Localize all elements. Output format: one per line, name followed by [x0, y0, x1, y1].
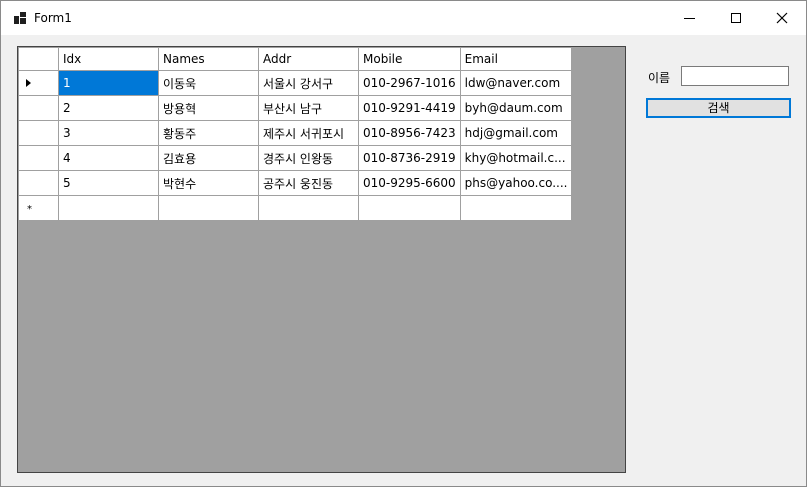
table-cell[interactable]: 2 [58, 95, 159, 121]
table-cell[interactable] [58, 195, 159, 221]
table-cell[interactable]: 서울시 강서구 [258, 70, 359, 96]
table-row[interactable]: 2 방용혁 부산시 남구 010-9291-4419 byh@daum.com [18, 95, 573, 121]
table-cell[interactable]: 010-2967-1016 [358, 70, 461, 96]
column-header-addr[interactable]: Addr [258, 47, 359, 71]
close-button[interactable] [759, 1, 805, 35]
table-cell[interactable]: 1 [58, 70, 159, 96]
form-window: Form1 Idx Names Addr Mobile Email 1 이동욱 … [0, 0, 807, 487]
table-cell[interactable]: 3 [58, 120, 159, 146]
minimize-icon [684, 18, 695, 19]
table-cell[interactable]: 010-9295-6600 [358, 170, 461, 196]
row-header[interactable]: * [18, 195, 59, 221]
column-header-names[interactable]: Names [158, 47, 259, 71]
table-cell[interactable]: 김효용 [158, 145, 259, 171]
grid-table: Idx Names Addr Mobile Email 1 이동욱 서울시 강서… [18, 47, 573, 221]
search-button[interactable]: 검색 [646, 98, 791, 118]
table-cell[interactable]: 공주시 웅진동 [258, 170, 359, 196]
name-label: 이름 [648, 71, 671, 85]
name-input[interactable] [681, 66, 789, 86]
header-row: Idx Names Addr Mobile Email [18, 47, 573, 71]
row-header[interactable] [18, 70, 59, 96]
table-row[interactable]: 1 이동욱 서울시 강서구 010-2967-1016 ldw@naver.co… [18, 70, 573, 96]
window-title: Form1 [34, 11, 72, 25]
table-cell[interactable] [459, 195, 573, 221]
new-row[interactable]: * [18, 195, 573, 221]
table-cell[interactable]: ldw@naver.com [459, 70, 573, 96]
close-icon [776, 12, 788, 24]
table-cell[interactable]: 황동주 [158, 120, 259, 146]
minimize-button[interactable] [667, 1, 713, 35]
table-cell[interactable]: 5 [58, 170, 159, 196]
table-cell[interactable]: 이동욱 [158, 70, 259, 96]
row-header[interactable] [18, 170, 59, 196]
table-row[interactable]: 3 황동주 제주시 서귀포시 010-8956-7423 hdj@gmail.c… [18, 120, 573, 146]
row-header[interactable] [18, 145, 59, 171]
table-row[interactable]: 4 김효용 경주시 인왕동 010-8736-2919 khy@hotmail.… [18, 145, 573, 171]
table-cell[interactable]: 제주시 서귀포시 [258, 120, 359, 146]
table-cell[interactable]: 010-8736-2919 [358, 145, 461, 171]
table-cell[interactable]: 박현수 [158, 170, 259, 196]
table-row[interactable]: 5 박현수 공주시 웅진동 010-9295-6600 phs@yahoo.co… [18, 170, 573, 196]
maximize-icon [731, 13, 741, 23]
current-row-icon [26, 79, 31, 87]
table-cell[interactable] [358, 195, 461, 221]
table-cell[interactable]: phs@yahoo.co.... [459, 170, 573, 196]
data-grid[interactable]: Idx Names Addr Mobile Email 1 이동욱 서울시 강서… [17, 46, 626, 473]
table-cell[interactable]: byh@daum.com [459, 95, 573, 121]
table-cell[interactable]: 4 [58, 145, 159, 171]
table-cell[interactable] [158, 195, 259, 221]
column-header-idx[interactable]: Idx [58, 47, 159, 71]
table-cell[interactable]: hdj@gmail.com [459, 120, 573, 146]
corner-header[interactable] [18, 47, 59, 71]
column-header-mobile[interactable]: Mobile [358, 47, 461, 71]
table-cell[interactable]: 010-9291-4419 [358, 95, 461, 121]
title-bar[interactable]: Form1 [1, 1, 806, 35]
table-cell[interactable]: khy@hotmail.c... [459, 145, 573, 171]
new-row-marker: * [27, 204, 32, 215]
table-cell[interactable]: 010-8956-7423 [358, 120, 461, 146]
table-cell[interactable] [258, 195, 359, 221]
app-icon [14, 12, 26, 24]
maximize-button[interactable] [713, 1, 759, 35]
column-header-email[interactable]: Email [459, 47, 573, 71]
row-header[interactable] [18, 95, 59, 121]
table-cell[interactable]: 경주시 인왕동 [258, 145, 359, 171]
row-header[interactable] [18, 120, 59, 146]
table-cell[interactable]: 방용혁 [158, 95, 259, 121]
table-cell[interactable]: 부산시 남구 [258, 95, 359, 121]
